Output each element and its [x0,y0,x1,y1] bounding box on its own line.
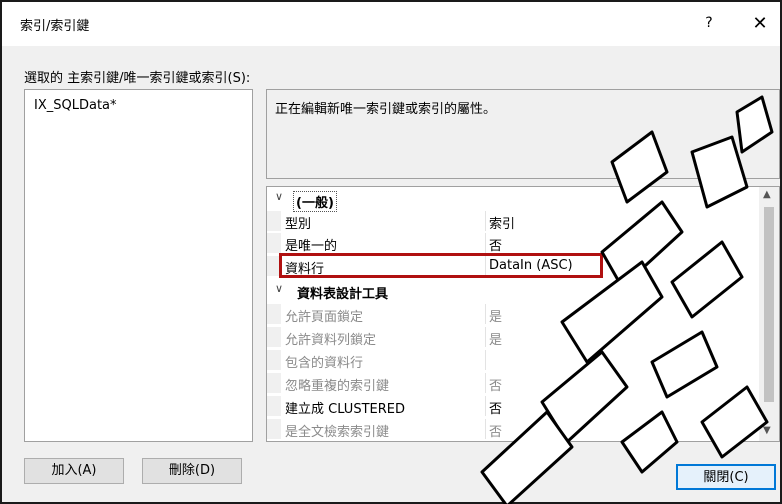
close-button[interactable]: 關閉(C) [676,464,776,490]
index-list-label: 選取的 主索引鍵/唯一索引鍵或索引(S): [24,71,251,86]
property-name: 是全文檢索索引鍵 [285,425,390,440]
property-name: 允許資料列鎖定 [285,333,377,348]
property-value[interactable]: 是 [489,329,502,348]
help-button[interactable]: ? [698,12,720,34]
chevron-down-icon[interactable]: ∨ [275,190,289,203]
scroll-thumb[interactable] [764,207,774,402]
property-name: 是唯一的 [285,239,338,254]
index-list[interactable]: IX_SQLData* [24,89,253,442]
property-name: 包含的資料行 [285,356,364,371]
delete-button[interactable]: 刪除(D) [142,458,242,484]
category-general[interactable]: ∨ (一般) [267,189,761,212]
property-name: 允許頁面鎖定 [285,310,364,325]
category-label: (一般) [293,191,337,212]
title-bar: 索引/索引鍵 ? ✕ [2,2,780,46]
description-panel: 正在編輯新唯一索引鍵或索引的屬性。 [266,89,780,179]
description-text: 正在編輯新唯一索引鍵或索引的屬性。 [275,102,497,117]
property-value[interactable]: 否 [489,235,502,254]
category-designer[interactable]: ∨ 資料表設計工具 [267,281,761,302]
property-value[interactable]: 否 [489,421,502,440]
property-name: 忽略重複的索引鍵 [285,379,390,394]
property-value[interactable]: 否 [489,375,502,394]
property-row[interactable]: 允許頁面鎖定 是 [267,304,761,325]
chevron-down-icon[interactable]: ∨ [275,282,289,295]
property-row[interactable]: 是唯一的 否 [267,233,761,254]
property-grid[interactable]: ∨ (一般) 型別 索引 是唯一的 否 資料行 DataIn (ASC) ∨ 資… [266,186,780,442]
close-window-button[interactable]: ✕ [748,12,772,36]
dialog-title: 索引/索引鍵 [20,19,90,34]
scroll-up-arrow-icon[interactable]: ▲ [763,189,771,200]
scroll-down-arrow-icon[interactable]: ▼ [763,425,771,436]
property-row[interactable]: 允許資料列鎖定 是 [267,327,761,348]
property-row[interactable]: 建立成 CLUSTERED 否 [267,396,761,417]
index-dialog: 索引/索引鍵 ? ✕ 選取的 主索引鍵/唯一索引鍵或索引(S): IX_SQLD… [0,0,782,504]
property-row[interactable]: 是全文檢索索引鍵 否 [267,419,761,440]
property-grid-scrollbar[interactable]: ▲ ▼ [759,187,779,441]
property-row[interactable]: 型別 索引 [267,211,761,232]
add-button[interactable]: 加入(A) [24,458,124,484]
category-label: 資料表設計工具 [297,287,389,302]
highlight-box [279,253,603,278]
property-value[interactable]: 索引 [489,213,515,232]
property-value[interactable]: 否 [489,398,502,417]
list-item[interactable]: IX_SQLData* [34,98,117,113]
property-name: 建立成 CLUSTERED [285,402,405,417]
property-value[interactable]: 是 [489,306,502,325]
property-row[interactable]: 忽略重複的索引鍵 否 [267,373,761,394]
property-name: 型別 [285,217,312,232]
property-row[interactable]: 包含的資料行 [267,350,761,371]
